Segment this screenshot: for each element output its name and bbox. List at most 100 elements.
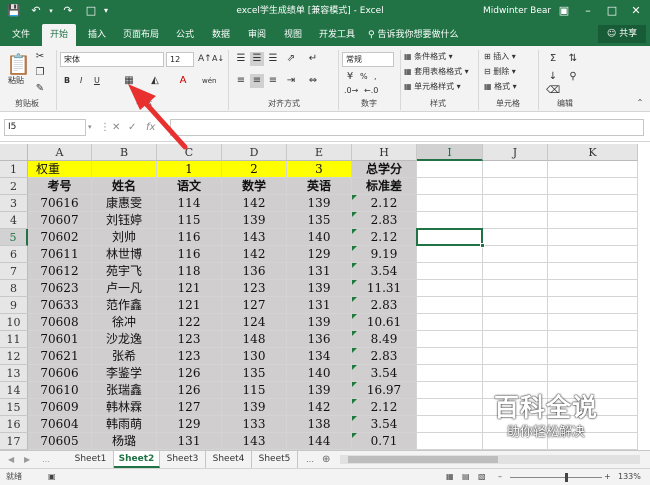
- column-header-d[interactable]: D: [222, 144, 287, 161]
- paste-icon[interactable]: 📋: [6, 52, 31, 76]
- cell-d17[interactable]: 143: [222, 433, 287, 450]
- cell-b3[interactable]: 康惠雯: [92, 195, 157, 212]
- cell-i13[interactable]: [417, 365, 483, 382]
- percent-button[interactable]: %: [360, 70, 368, 84]
- cell-c13[interactable]: 126: [157, 365, 222, 382]
- zoom-level[interactable]: 133%: [618, 469, 641, 485]
- cell-i16[interactable]: [417, 416, 483, 433]
- error-indicator-icon[interactable]: [352, 280, 357, 285]
- maximize-icon[interactable]: □: [600, 0, 624, 22]
- cell-a11[interactable]: 70601: [28, 331, 92, 348]
- cell-j1[interactable]: [483, 161, 548, 178]
- cell-h5[interactable]: 2.12: [352, 229, 417, 246]
- merge-center-icon[interactable]: ⇔: [306, 74, 320, 88]
- align-middle-icon[interactable]: ☰: [250, 52, 264, 66]
- cell-e15[interactable]: 142: [287, 399, 352, 416]
- row-header-5[interactable]: 5: [0, 229, 28, 246]
- column-header-b[interactable]: B: [92, 144, 157, 161]
- cell-a12[interactable]: 70621: [28, 348, 92, 365]
- column-header-a[interactable]: A: [28, 144, 92, 161]
- row-header-16[interactable]: 16: [0, 416, 28, 433]
- normal-view-icon[interactable]: ▦: [446, 469, 454, 485]
- cell-b12[interactable]: 张希: [92, 348, 157, 365]
- row-header-6[interactable]: 6: [0, 246, 28, 263]
- cell-c16[interactable]: 129: [157, 416, 222, 433]
- tell-me-search[interactable]: ⚲ 告诉我你想要做什么: [368, 24, 458, 46]
- cell-i10[interactable]: [417, 314, 483, 331]
- cell-i8[interactable]: [417, 280, 483, 297]
- enter-icon[interactable]: ✓: [128, 119, 136, 136]
- cell-b13[interactable]: 李鉴学: [92, 365, 157, 382]
- cell-d16[interactable]: 133: [222, 416, 287, 433]
- cell-k12[interactable]: [548, 348, 638, 365]
- cell-d10[interactable]: 124: [222, 314, 287, 331]
- cell-d14[interactable]: 115: [222, 382, 287, 399]
- fill-color-icon[interactable]: ◭: [148, 74, 162, 88]
- tab-review[interactable]: 审阅: [240, 24, 274, 46]
- cell-i1[interactable]: [417, 161, 483, 178]
- cell-b15[interactable]: 韩林霖: [92, 399, 157, 416]
- delete-cells-button[interactable]: ⊟ 删除 ▾: [484, 65, 516, 79]
- cell-d12[interactable]: 130: [222, 348, 287, 365]
- error-indicator-icon[interactable]: [352, 365, 357, 370]
- cell-c3[interactable]: 114: [157, 195, 222, 212]
- cell-b7[interactable]: 苑宇飞: [92, 263, 157, 280]
- add-sheet-icon[interactable]: ⊕: [322, 452, 330, 468]
- tab-page-layout[interactable]: 页面布局: [116, 24, 166, 46]
- cell-d6[interactable]: 142: [222, 246, 287, 263]
- cell-d3[interactable]: 142: [222, 195, 287, 212]
- cell-e8[interactable]: 139: [287, 280, 352, 297]
- tab-insert[interactable]: 插入: [80, 24, 114, 46]
- cell-styles-button[interactable]: ▦ 单元格样式 ▾: [404, 80, 461, 94]
- error-indicator-icon[interactable]: [352, 297, 357, 302]
- cell-d13[interactable]: 135: [222, 365, 287, 382]
- find-select-icon[interactable]: ⚲: [566, 70, 580, 84]
- next-sheet-icon[interactable]: ▶: [24, 452, 30, 468]
- cell-b8[interactable]: 卢一凡: [92, 280, 157, 297]
- cell-e17[interactable]: 144: [287, 433, 352, 450]
- format-as-table-button[interactable]: ▦ 套用表格格式 ▾: [404, 65, 469, 79]
- fill-handle[interactable]: [480, 243, 485, 248]
- column-header-j[interactable]: J: [483, 144, 548, 161]
- cell-k13[interactable]: [548, 365, 638, 382]
- decrease-font-icon[interactable]: A↓: [212, 52, 224, 66]
- cell-d9[interactable]: 127: [222, 297, 287, 314]
- cell-k5[interactable]: [548, 229, 638, 246]
- cell-i15[interactable]: [417, 399, 483, 416]
- cell-c11[interactable]: 123: [157, 331, 222, 348]
- sheet-tab-5[interactable]: Sheet5: [252, 451, 298, 468]
- cell-h3[interactable]: 2.12: [352, 195, 417, 212]
- font-size-select[interactable]: 12: [166, 52, 194, 67]
- cell-b1[interactable]: [92, 161, 157, 178]
- tab-home[interactable]: 开始: [42, 24, 76, 46]
- error-indicator-icon[interactable]: [352, 399, 357, 404]
- cell-j3[interactable]: [483, 195, 548, 212]
- row-header-14[interactable]: 14: [0, 382, 28, 399]
- new-file-icon[interactable]: □: [84, 3, 98, 19]
- cell-a1[interactable]: 权重: [28, 161, 92, 178]
- align-right-icon[interactable]: ≡: [266, 74, 280, 88]
- cell-d11[interactable]: 148: [222, 331, 287, 348]
- cell-e4[interactable]: 135: [287, 212, 352, 229]
- cell-a2[interactable]: 考号: [28, 178, 92, 195]
- tab-data[interactable]: 数据: [204, 24, 238, 46]
- cell-c8[interactable]: 121: [157, 280, 222, 297]
- cell-c4[interactable]: 115: [157, 212, 222, 229]
- cell-e10[interactable]: 139: [287, 314, 352, 331]
- cell-i2[interactable]: [417, 178, 483, 195]
- zoom-out-icon[interactable]: –: [498, 469, 502, 485]
- cell-j12[interactable]: [483, 348, 548, 365]
- cell-j4[interactable]: [483, 212, 548, 229]
- cell-e12[interactable]: 134: [287, 348, 352, 365]
- horizontal-scrollbar[interactable]: [340, 455, 640, 464]
- cell-b4[interactable]: 刘钰婷: [92, 212, 157, 229]
- cell-i11[interactable]: [417, 331, 483, 348]
- row-header-15[interactable]: 15: [0, 399, 28, 416]
- cell-a17[interactable]: 70605: [28, 433, 92, 450]
- macro-record-icon[interactable]: ▣: [48, 469, 56, 485]
- customize-icon[interactable]: ▾: [100, 3, 112, 19]
- row-header-10[interactable]: 10: [0, 314, 28, 331]
- cell-h1[interactable]: 总学分: [352, 161, 417, 178]
- comma-button[interactable]: ,: [374, 70, 377, 84]
- cell-h7[interactable]: 3.54: [352, 263, 417, 280]
